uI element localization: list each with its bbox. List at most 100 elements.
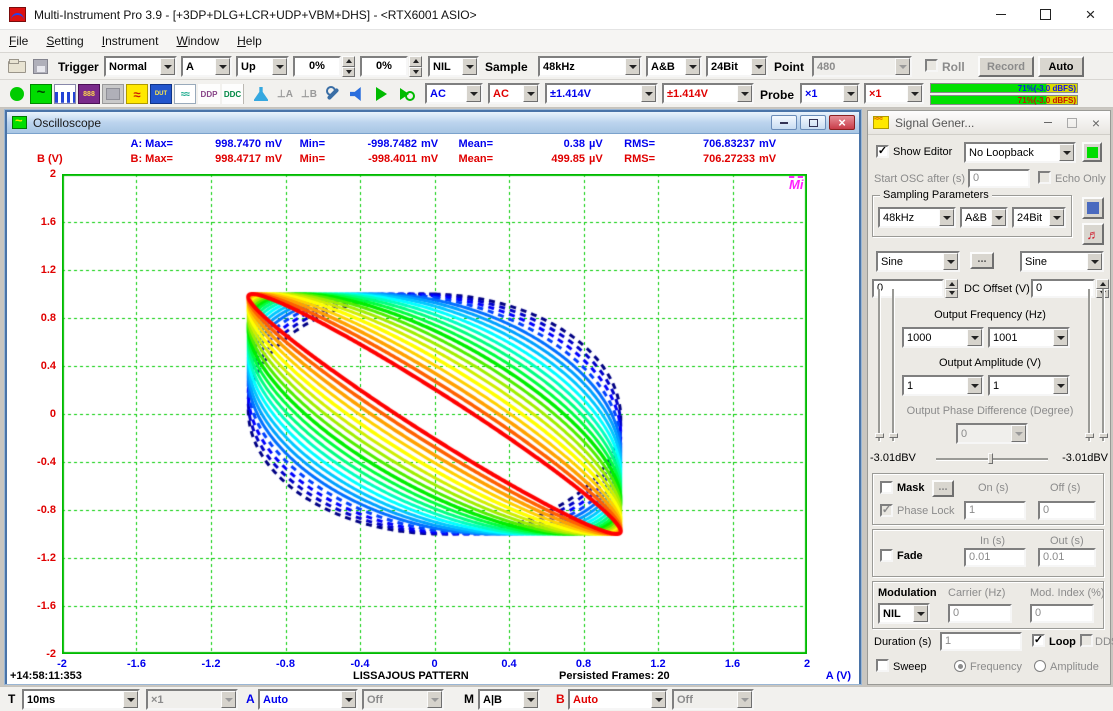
sweep-time-select[interactable]: 10ms — [22, 689, 140, 710]
scope-minimize-icon[interactable] — [771, 115, 797, 130]
open-file-icon[interactable] — [8, 61, 26, 73]
calibration-icon[interactable] — [322, 84, 344, 104]
coupling-a-select[interactable]: AC — [425, 83, 483, 104]
lissajous-plot[interactable] — [62, 174, 807, 654]
math-mode-select[interactable]: A|B — [478, 689, 540, 710]
derived-data-icon[interactable] — [250, 84, 272, 104]
range-b-select[interactable]: ±1.414V — [662, 83, 754, 104]
save-waveform-button[interactable] — [1082, 197, 1104, 219]
auto-button[interactable]: Auto — [1038, 56, 1084, 77]
scope-close-icon[interactable] — [829, 115, 855, 130]
loopback-select[interactable]: No Loopback — [964, 142, 1076, 163]
sg-sampling-rate-select[interactable]: 48kHz — [878, 207, 956, 228]
level-slider-a1[interactable] — [878, 289, 880, 441]
siggen-maximize-icon[interactable] — [1066, 117, 1078, 129]
waveform-library-button[interactable] — [1082, 223, 1104, 245]
dc-offset-b-input[interactable]: 0 — [1031, 279, 1095, 298]
zero-a-icon[interactable]: ⊥A — [274, 84, 296, 104]
oscilloscope-titlebar[interactable]: Oscilloscope — [7, 112, 859, 134]
channel-b-trigger-select[interactable]: Auto — [568, 689, 668, 710]
sampling-rate-select[interactable]: 48kHz — [538, 56, 642, 77]
freq-a-select[interactable]: 1000 — [902, 327, 984, 348]
sg-channels-select[interactable]: A&B — [960, 207, 1008, 228]
output-frequency-label: Output Frequency (Hz) — [868, 309, 1112, 321]
level-slider-b1[interactable] — [1088, 289, 1090, 441]
minimize-icon[interactable] — [978, 0, 1023, 29]
trigger-level-stepper[interactable]: 0% — [293, 56, 355, 77]
sweep-label: Sweep — [893, 661, 927, 673]
range-a-select[interactable]: ±1.414V — [545, 83, 658, 104]
menu-help[interactable]: Help — [228, 31, 271, 51]
signal-generator-icon[interactable] — [126, 84, 148, 104]
modulation-select[interactable]: NIL — [878, 603, 930, 624]
zero-b-icon[interactable]: ⊥B — [298, 84, 320, 104]
trigger-mode-select[interactable]: Normal — [104, 56, 177, 77]
siggen-minimize-icon[interactable] — [1042, 117, 1054, 129]
trigger-edge-select[interactable]: Up — [236, 56, 289, 77]
play-loop-icon[interactable] — [394, 84, 416, 104]
stats-row-a: A: Max=998.7470mVMin=-998.7482mVMean=0.3… — [117, 138, 779, 152]
trigger-hpf-select[interactable]: NIL — [428, 56, 479, 77]
siggen-run-button[interactable] — [1082, 142, 1102, 162]
dc-offset-a-stepper[interactable] — [945, 279, 958, 298]
y-tick-label: 0.4 — [8, 360, 56, 372]
wave-more-button[interactable]: ... — [970, 252, 994, 269]
freq-b-select[interactable]: 1001 — [988, 327, 1070, 348]
close-icon[interactable] — [1068, 0, 1113, 29]
level-slider-a2-handle[interactable] — [889, 433, 898, 438]
menu-file[interactable]: File — [0, 31, 37, 51]
level-slider-b1-handle[interactable] — [1085, 433, 1094, 438]
balance-slider-handle[interactable] — [988, 453, 993, 464]
wave-b-select[interactable]: Sine — [1020, 251, 1104, 272]
loop-checkbox[interactable] — [1032, 634, 1045, 647]
menu-setting[interactable]: Setting — [37, 31, 92, 51]
multimeter-icon[interactable]: 888 — [78, 84, 100, 104]
scope-restore-icon[interactable] — [800, 115, 826, 130]
modulation-label: Modulation — [878, 587, 937, 599]
sound-device-icon[interactable] — [346, 84, 368, 104]
show-editor-checkbox[interactable] — [876, 145, 889, 158]
fade-checkbox[interactable] — [880, 549, 893, 562]
save-file-icon[interactable] — [33, 59, 48, 74]
dropdown-arrow-icon — [462, 58, 477, 75]
ddc-icon[interactable]: DDC — [222, 84, 244, 104]
signal-generator-window: Signal Gener... Show Editor No Loopback … — [867, 110, 1111, 685]
dc-offset-a-input[interactable]: 0 — [872, 279, 944, 298]
sg-bits-select[interactable]: 24Bit — [1012, 207, 1066, 228]
level-slider-a2[interactable] — [892, 289, 894, 441]
level-slider-b2-handle[interactable] — [1099, 433, 1108, 438]
menu-window[interactable]: Window — [167, 31, 228, 51]
run-icon[interactable] — [6, 84, 28, 104]
sampling-channels-select[interactable]: A&B — [646, 56, 702, 77]
y-tick-label: -2 — [8, 648, 56, 660]
trigger-source-select[interactable]: A — [181, 56, 232, 77]
device-test-plan-icon[interactable]: DUT — [150, 84, 172, 104]
channel-a-mode-select: Off — [362, 689, 444, 710]
menu-instrument[interactable]: Instrument — [93, 31, 168, 51]
sampling-bits-select[interactable]: 24Bit — [706, 56, 768, 77]
sweep-checkbox[interactable] — [876, 659, 889, 672]
multi-display-icon[interactable] — [174, 84, 196, 104]
spin-down-icon — [342, 67, 355, 78]
wave-a-select[interactable]: Sine — [876, 251, 960, 272]
level-slider-a1-handle[interactable] — [875, 433, 884, 438]
oscilloscope-icon[interactable] — [30, 84, 52, 104]
ddp-viewer-icon[interactable]: DDP — [198, 84, 220, 104]
amp-b-select[interactable]: 1 — [988, 375, 1070, 396]
probe-a-select[interactable]: ×1 — [800, 83, 860, 104]
siggen-titlebar[interactable]: Signal Gener... — [868, 111, 1110, 135]
dropdown-arrow-icon — [1053, 377, 1068, 394]
trigger-delay-stepper[interactable]: 0% — [360, 56, 422, 77]
spectrogram-icon[interactable] — [102, 84, 124, 104]
amp-a-select[interactable]: 1 — [902, 375, 984, 396]
mask-checkbox[interactable] — [880, 481, 893, 494]
level-slider-b2[interactable] — [1102, 289, 1104, 441]
channel-a-trigger-select[interactable]: Auto — [258, 689, 358, 710]
coupling-b-select[interactable]: AC — [488, 83, 540, 104]
probe-b-select[interactable]: ×1 — [864, 83, 924, 104]
siggen-close-icon[interactable] — [1090, 117, 1102, 129]
play-icon[interactable] — [370, 84, 392, 104]
spectrum-analyzer-icon[interactable] — [54, 84, 76, 104]
maximize-icon[interactable] — [1023, 0, 1068, 29]
x-tick-label: -1.6 — [127, 658, 146, 670]
